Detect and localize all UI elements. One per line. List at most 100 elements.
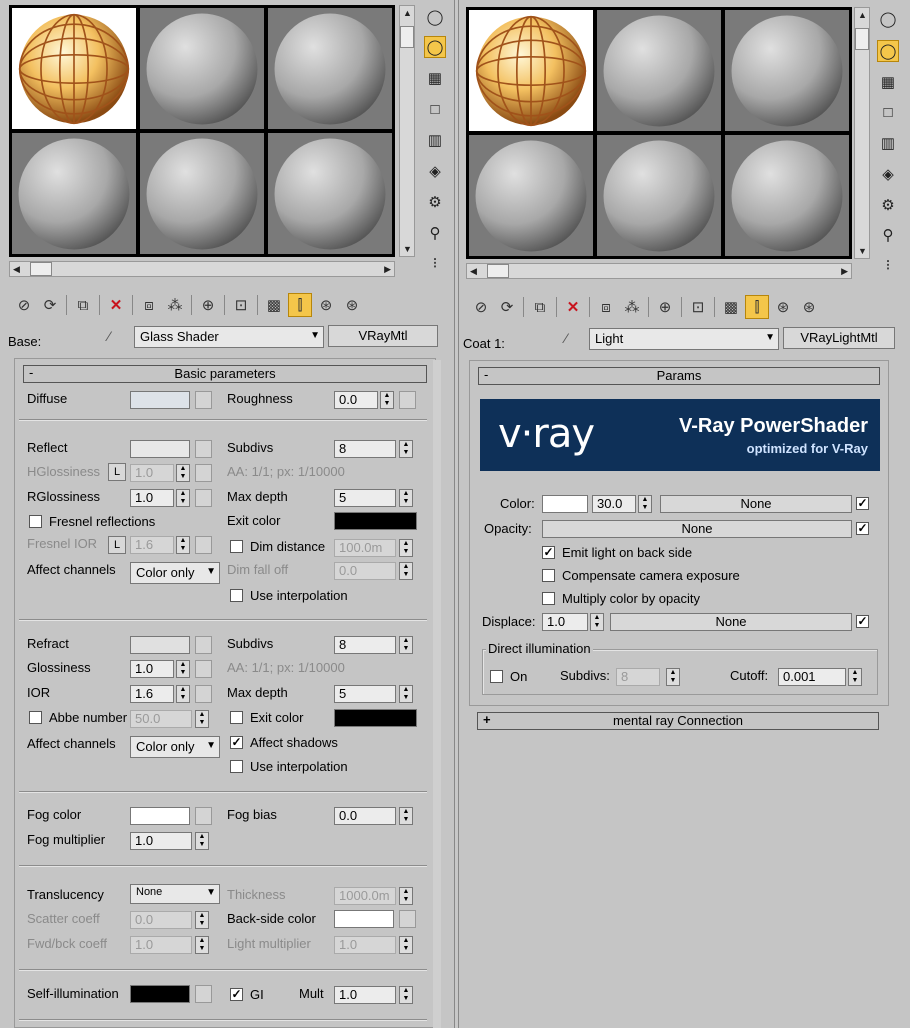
refract-exit-color-checkbox[interactable] bbox=[230, 711, 243, 724]
thickness-spinner[interactable]: ▲ ▼ bbox=[399, 887, 413, 905]
refract-map-button[interactable] bbox=[195, 636, 212, 654]
scroll-down-icon[interactable]: ▼ bbox=[403, 243, 412, 255]
abbe-checkbox[interactable] bbox=[29, 711, 42, 724]
fog-bias-field[interactable]: 0.0 bbox=[334, 807, 396, 825]
sample-slot[interactable] bbox=[12, 133, 136, 254]
options-icon[interactable]: ⚙ bbox=[424, 191, 446, 213]
go-forward-icon[interactable]: ⊛ bbox=[340, 293, 364, 317]
displace-map-checkbox[interactable]: ✓ bbox=[856, 615, 869, 628]
back-side-color-swatch[interactable] bbox=[334, 910, 394, 928]
scroll-thumb[interactable] bbox=[30, 262, 52, 276]
go-to-parent-icon[interactable]: ⊛ bbox=[314, 293, 338, 317]
fog-color-map-button[interactable] bbox=[195, 807, 212, 825]
sample-slot[interactable] bbox=[140, 133, 264, 254]
rglossiness-field[interactable]: 1.0 bbox=[130, 489, 174, 507]
multiply-opacity-checkbox[interactable] bbox=[542, 592, 555, 605]
background-icon[interactable]: ▦ bbox=[877, 71, 899, 93]
fog-multiplier-spinner[interactable]: ▲ ▼ bbox=[195, 832, 209, 850]
light-multiplier-field[interactable]: 1.0 bbox=[334, 936, 396, 954]
hglossiness-spinner[interactable]: ▲ ▼ bbox=[176, 464, 190, 482]
reset-map-icon[interactable]: ✕ bbox=[561, 295, 585, 319]
background-icon[interactable]: ▦ bbox=[424, 67, 446, 89]
reflect-color-swatch[interactable] bbox=[130, 440, 190, 458]
refract-affect-channels-dropdown[interactable]: Color only ▼ bbox=[130, 736, 220, 758]
scroll-up-icon[interactable]: ▲ bbox=[403, 7, 412, 19]
fwd-bck-coeff-spinner[interactable]: ▲ ▼ bbox=[195, 936, 209, 954]
refract-color-swatch[interactable] bbox=[130, 636, 190, 654]
emit-back-side-checkbox[interactable]: ✓ bbox=[542, 546, 555, 559]
fresnel-ior-map-button[interactable] bbox=[195, 536, 212, 554]
put-to-scene-icon[interactable]: ⟳ bbox=[38, 293, 62, 317]
fog-color-swatch[interactable] bbox=[130, 807, 190, 825]
refract-subdivs-field[interactable]: 8 bbox=[334, 636, 396, 654]
cutoff-field[interactable]: 0.001 bbox=[778, 668, 846, 686]
scroll-left-icon[interactable]: ◀ bbox=[470, 265, 477, 277]
go-forward-icon[interactable]: ⊛ bbox=[797, 295, 821, 319]
compensate-exposure-checkbox[interactable] bbox=[542, 569, 555, 582]
reflect-subdivs-spinner[interactable]: ▲ ▼ bbox=[399, 440, 413, 458]
self-illumination-mult-spinner[interactable]: ▲ ▼ bbox=[399, 986, 413, 1004]
copy-material-icon[interactable]: ⧈ bbox=[137, 293, 161, 317]
eyedropper-icon[interactable]: ⁄ bbox=[108, 328, 110, 344]
show-map-icon[interactable]: ▩ bbox=[719, 295, 743, 319]
make-unique-icon[interactable]: ⁂ bbox=[620, 295, 644, 319]
fresnel-ior-field[interactable]: 1.6 bbox=[130, 536, 174, 554]
material-id-icon[interactable]: ⊡ bbox=[686, 295, 710, 319]
uv-tiling-icon[interactable]: □ bbox=[877, 101, 899, 123]
copy-material-icon[interactable]: ⧈ bbox=[594, 295, 618, 319]
back-side-map-button[interactable] bbox=[399, 910, 416, 928]
color-multiplier-field[interactable]: 30.0 bbox=[592, 495, 636, 513]
material-name-dropdown[interactable]: Light ▼ bbox=[589, 328, 779, 350]
scroll-right-icon[interactable]: ▶ bbox=[384, 263, 391, 275]
gi-checkbox[interactable]: ✓ bbox=[230, 988, 243, 1001]
glossiness-field[interactable]: 1.0 bbox=[130, 660, 174, 678]
reflect-exit-color-swatch[interactable] bbox=[334, 512, 417, 530]
sample-type-icon[interactable]: ◯ bbox=[877, 8, 899, 30]
uv-tiling-icon[interactable]: □ bbox=[424, 98, 446, 120]
hglossiness-lock-button[interactable]: L bbox=[108, 463, 126, 481]
rglossiness-spinner[interactable]: ▲ ▼ bbox=[176, 489, 190, 507]
make-preview-icon[interactable]: ◈ bbox=[877, 163, 899, 185]
direct-on-checkbox[interactable] bbox=[490, 670, 503, 683]
material-type-button[interactable]: VRayMtl bbox=[328, 325, 438, 347]
refract-maxdepth-field[interactable]: 5 bbox=[334, 685, 396, 703]
sample-type-icon[interactable]: ◯ bbox=[424, 6, 446, 28]
dim-distance-field[interactable]: 100.0m bbox=[334, 539, 396, 557]
diffuse-color-swatch[interactable] bbox=[130, 391, 190, 409]
eyedropper-icon[interactable]: ⁄ bbox=[565, 330, 567, 346]
refract-maxdepth-spinner[interactable]: ▲ ▼ bbox=[399, 685, 413, 703]
glossiness-map-button[interactable] bbox=[195, 660, 212, 678]
hglossiness-map-button[interactable] bbox=[195, 464, 212, 482]
backlight-icon[interactable]: ◯ bbox=[424, 36, 446, 58]
thickness-field[interactable]: 1000.0m bbox=[334, 887, 396, 905]
scroll-left-icon[interactable]: ◀ bbox=[13, 263, 20, 275]
reflect-interpolation-checkbox[interactable] bbox=[230, 589, 243, 602]
reflect-maxdepth-spinner[interactable]: ▲ ▼ bbox=[399, 489, 413, 507]
displace-spinner[interactable]: ▲ ▼ bbox=[590, 613, 604, 631]
slot-horizontal-scrollbar[interactable]: ◀ ▶ bbox=[466, 263, 852, 279]
go-to-parent-icon[interactable]: ⊛ bbox=[771, 295, 795, 319]
reflect-maxdepth-field[interactable]: 5 bbox=[334, 489, 396, 507]
abbe-field[interactable]: 50.0 bbox=[130, 710, 192, 728]
color-multiplier-spinner[interactable]: ▲ ▼ bbox=[638, 495, 652, 513]
roughness-field[interactable]: 0.0 bbox=[334, 391, 378, 409]
get-material-icon[interactable]: ⊘ bbox=[12, 293, 36, 317]
material-name-dropdown[interactable]: Glass Shader ▼ bbox=[134, 326, 324, 348]
material-navigator-icon[interactable]: ⁝ bbox=[877, 254, 899, 276]
direct-subdivs-spinner[interactable]: ▲ ▼ bbox=[666, 668, 680, 686]
material-navigator-icon[interactable]: ⁝ bbox=[424, 252, 446, 274]
sample-slot[interactable] bbox=[140, 8, 264, 129]
scroll-thumb[interactable] bbox=[400, 26, 414, 48]
slot-vertical-scrollbar[interactable]: ▲ ▼ bbox=[854, 7, 870, 259]
material-type-button[interactable]: VRayLightMtl bbox=[783, 327, 895, 349]
scroll-thumb[interactable] bbox=[855, 28, 869, 50]
slot-vertical-scrollbar[interactable]: ▲ ▼ bbox=[399, 5, 415, 257]
put-to-scene-icon[interactable]: ⟳ bbox=[495, 295, 519, 319]
fwd-bck-coeff-field[interactable]: 1.0 bbox=[130, 936, 192, 954]
sample-slot[interactable] bbox=[597, 135, 721, 256]
make-preview-icon[interactable]: ◈ bbox=[424, 160, 446, 182]
reflect-subdivs-field[interactable]: 8 bbox=[334, 440, 396, 458]
sample-slot[interactable] bbox=[469, 135, 593, 256]
rollout-scrollbar[interactable] bbox=[433, 360, 441, 1028]
direct-subdivs-field[interactable]: 8 bbox=[616, 668, 660, 686]
